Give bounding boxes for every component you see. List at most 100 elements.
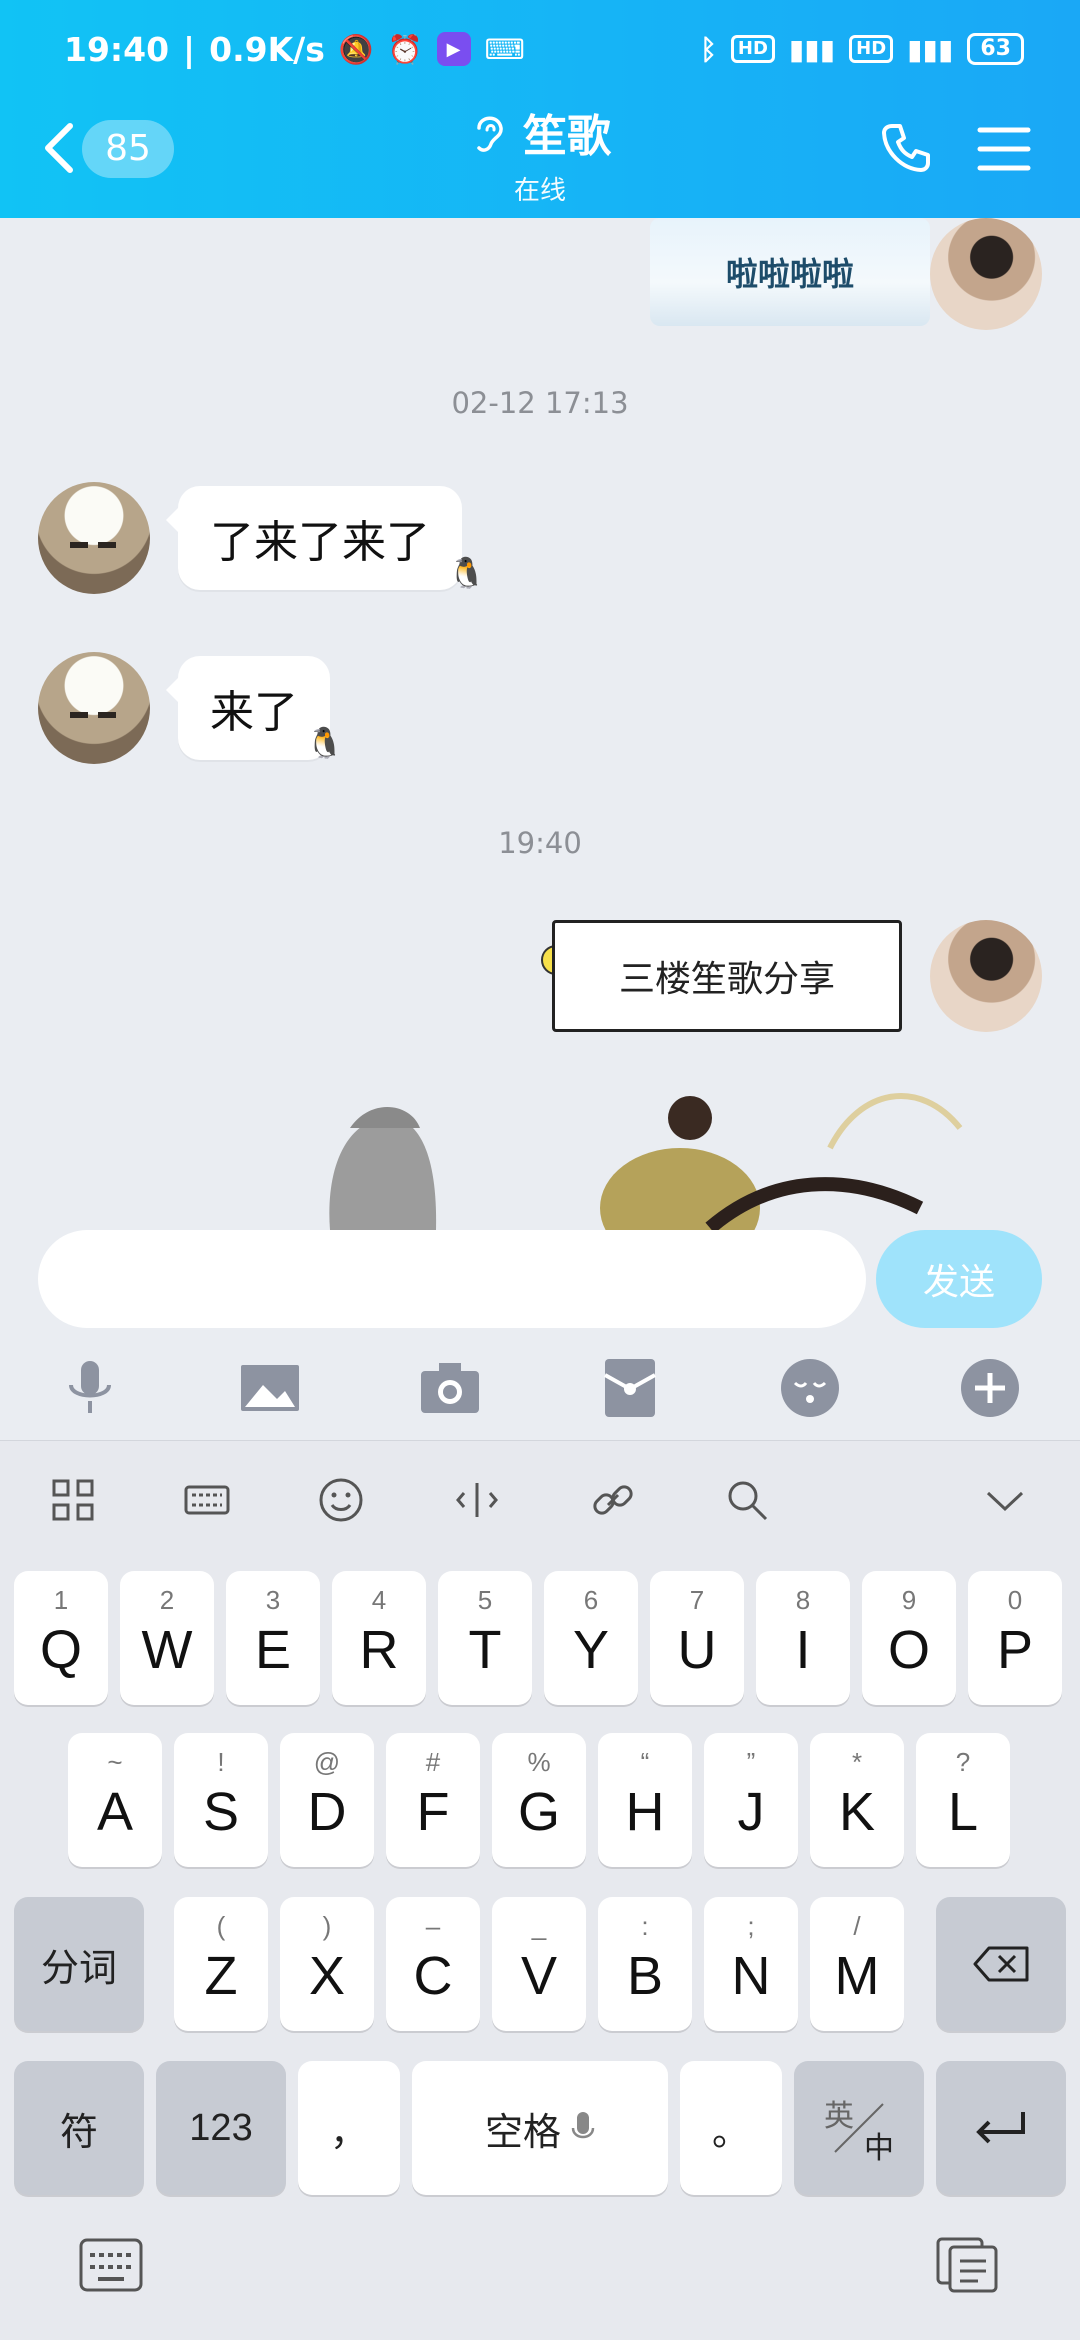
comma-key[interactable]: ， [298,2061,400,2195]
friend-avatar[interactable] [38,652,150,764]
friend-avatar[interactable] [38,482,150,594]
key-secondary-label: ! [217,1747,225,1777]
key-k[interactable]: * K [810,1733,904,1867]
key-t[interactable]: 5T [438,1571,532,1705]
key-label: A [96,1782,134,1842]
key-y[interactable]: 6Y [544,1571,638,1705]
send-button[interactable]: 发送 [876,1230,1042,1328]
key-label: T [468,1620,502,1680]
key-j[interactable]: ” J [704,1733,798,1867]
keyboard-layout-icon [184,1485,230,1515]
battery-icon: 63 [967,33,1024,65]
key-secondary-label: ) [322,1911,332,1941]
signal-icon: ▮▮▮ [788,32,836,66]
key-secondary-label: 5 [477,1585,493,1615]
message-input[interactable] [38,1230,866,1328]
key-m[interactable]: / M [810,1897,904,2031]
key-label: E [254,1620,292,1680]
number-key[interactable]: 123 [156,2061,286,2195]
key-g[interactable]: % G [492,1733,586,1867]
key-w[interactable]: 2W [120,1571,214,1705]
hd-icon-2: HD [849,35,894,63]
key-secondary-label: / [853,1911,861,1941]
symbol-key[interactable]: 符 [14,2061,144,2195]
kb-clipboard-button[interactable] [578,1465,648,1535]
key-p[interactable]: 0P [968,1571,1062,1705]
key-u[interactable]: 7U [650,1571,744,1705]
key-secondary-label: # [425,1747,441,1777]
menu-button[interactable] [976,124,1032,174]
kb-layout-button[interactable] [172,1465,242,1535]
key-secondary-label: * [851,1747,863,1777]
key-secondary-label: 7 [689,1585,705,1615]
key-f[interactable]: # F [386,1733,480,1867]
sticker-message-top[interactable]: 啦啦啦啦 [650,218,930,326]
key-r[interactable]: 4R [332,1571,426,1705]
key-e[interactable]: 3E [226,1571,320,1705]
call-button[interactable] [878,120,934,176]
app-notification-icon: ▶ [436,32,471,66]
key-d[interactable]: @ D [280,1733,374,1867]
key-o[interactable]: 9O [862,1571,956,1705]
key-secondary-label: “ [640,1747,650,1777]
key-label: V [520,1946,558,2006]
red-packet-button[interactable] [590,1348,670,1428]
sticker-message[interactable]: 三楼笙歌分享 [552,920,902,1032]
kb-emoji-button[interactable] [306,1465,376,1535]
kb-cursor-button[interactable] [442,1465,512,1535]
key-c[interactable]: – C [386,1897,480,2031]
character-decoration [329,1106,437,1230]
image-button[interactable] [230,1348,310,1428]
voice-button[interactable] [50,1348,130,1428]
keyboard-switch-button[interactable] [78,2237,144,2293]
space-key[interactable]: 空格 [412,2061,668,2195]
key-n[interactable]: ; N [704,1897,798,2031]
key-l[interactable]: ? L [916,1733,1010,1867]
my-avatar[interactable] [930,218,1042,330]
bluetooth-icon: ᛒ [700,32,717,66]
chat-bubble[interactable]: 了来了来了 [166,486,462,590]
backspace-key[interactable] [936,1897,1066,2031]
clipboard-icon [936,2237,998,2293]
key-x[interactable]: ) X [280,1897,374,2031]
key-label: R [359,1620,399,1680]
key-h[interactable]: “H [598,1733,692,1867]
phone-icon [882,124,930,172]
key-v[interactable]: _ V [492,1897,586,2031]
my-avatar[interactable] [930,920,1042,1032]
key-a[interactable]: ~ A [68,1733,162,1867]
network-speed: 0.9K/s [209,29,325,69]
key-secondary-label: @ [313,1747,341,1777]
bubble-pendant-icon: 🐧 [448,556,486,591]
key-b[interactable]: :B [598,1897,692,2031]
key-q[interactable]: 1Q [14,1571,108,1705]
period-key[interactable]: 。 [680,2061,782,2195]
key-secondary-label: 8 [795,1585,811,1615]
key-i[interactable]: 8I [756,1571,850,1705]
camera-button[interactable] [410,1348,490,1428]
more-button[interactable] [950,1348,1030,1428]
key-secondary-label: ; [747,1911,755,1941]
key-s[interactable]: ! S [174,1733,268,1867]
sticker-text: 三楼笙歌分享 [618,959,835,1000]
segment-key[interactable]: 分词 [14,1897,144,2031]
avatar-face [70,542,116,548]
message-list[interactable]: 啦啦啦啦 02-12 17:13 了来了来了 🐧 来了 🐧 19:40 三楼笙歌… [0,218,1080,1230]
mic-icon [571,2112,595,2139]
key-z[interactable]: (Z [174,1897,268,2031]
enter-key[interactable] [936,2061,1066,2195]
signal-icon-2: ▮▮▮ [907,32,954,66]
soft-keyboard: 1Q2W3E4R5T6Y7U8I9O0P ~ A! S @ D # F% G “H” J * K? L … [0,1440,1080,2340]
backspace-icon [973,1946,1029,1982]
key-secondary-label: ( [216,1911,226,1941]
kb-grid-button[interactable] [38,1465,108,1535]
emoji-button[interactable] [770,1348,850,1428]
image-icon [241,1365,299,1411]
language-switch-key[interactable]: 英 中 [794,2061,924,2195]
kb-collapse-button[interactable] [970,1465,1040,1535]
clipboard-button[interactable] [934,2235,1000,2295]
kb-search-button[interactable] [712,1465,782,1535]
key-label: Y [572,1620,610,1680]
grid-icon [52,1479,94,1521]
key-label: S [202,1782,240,1842]
